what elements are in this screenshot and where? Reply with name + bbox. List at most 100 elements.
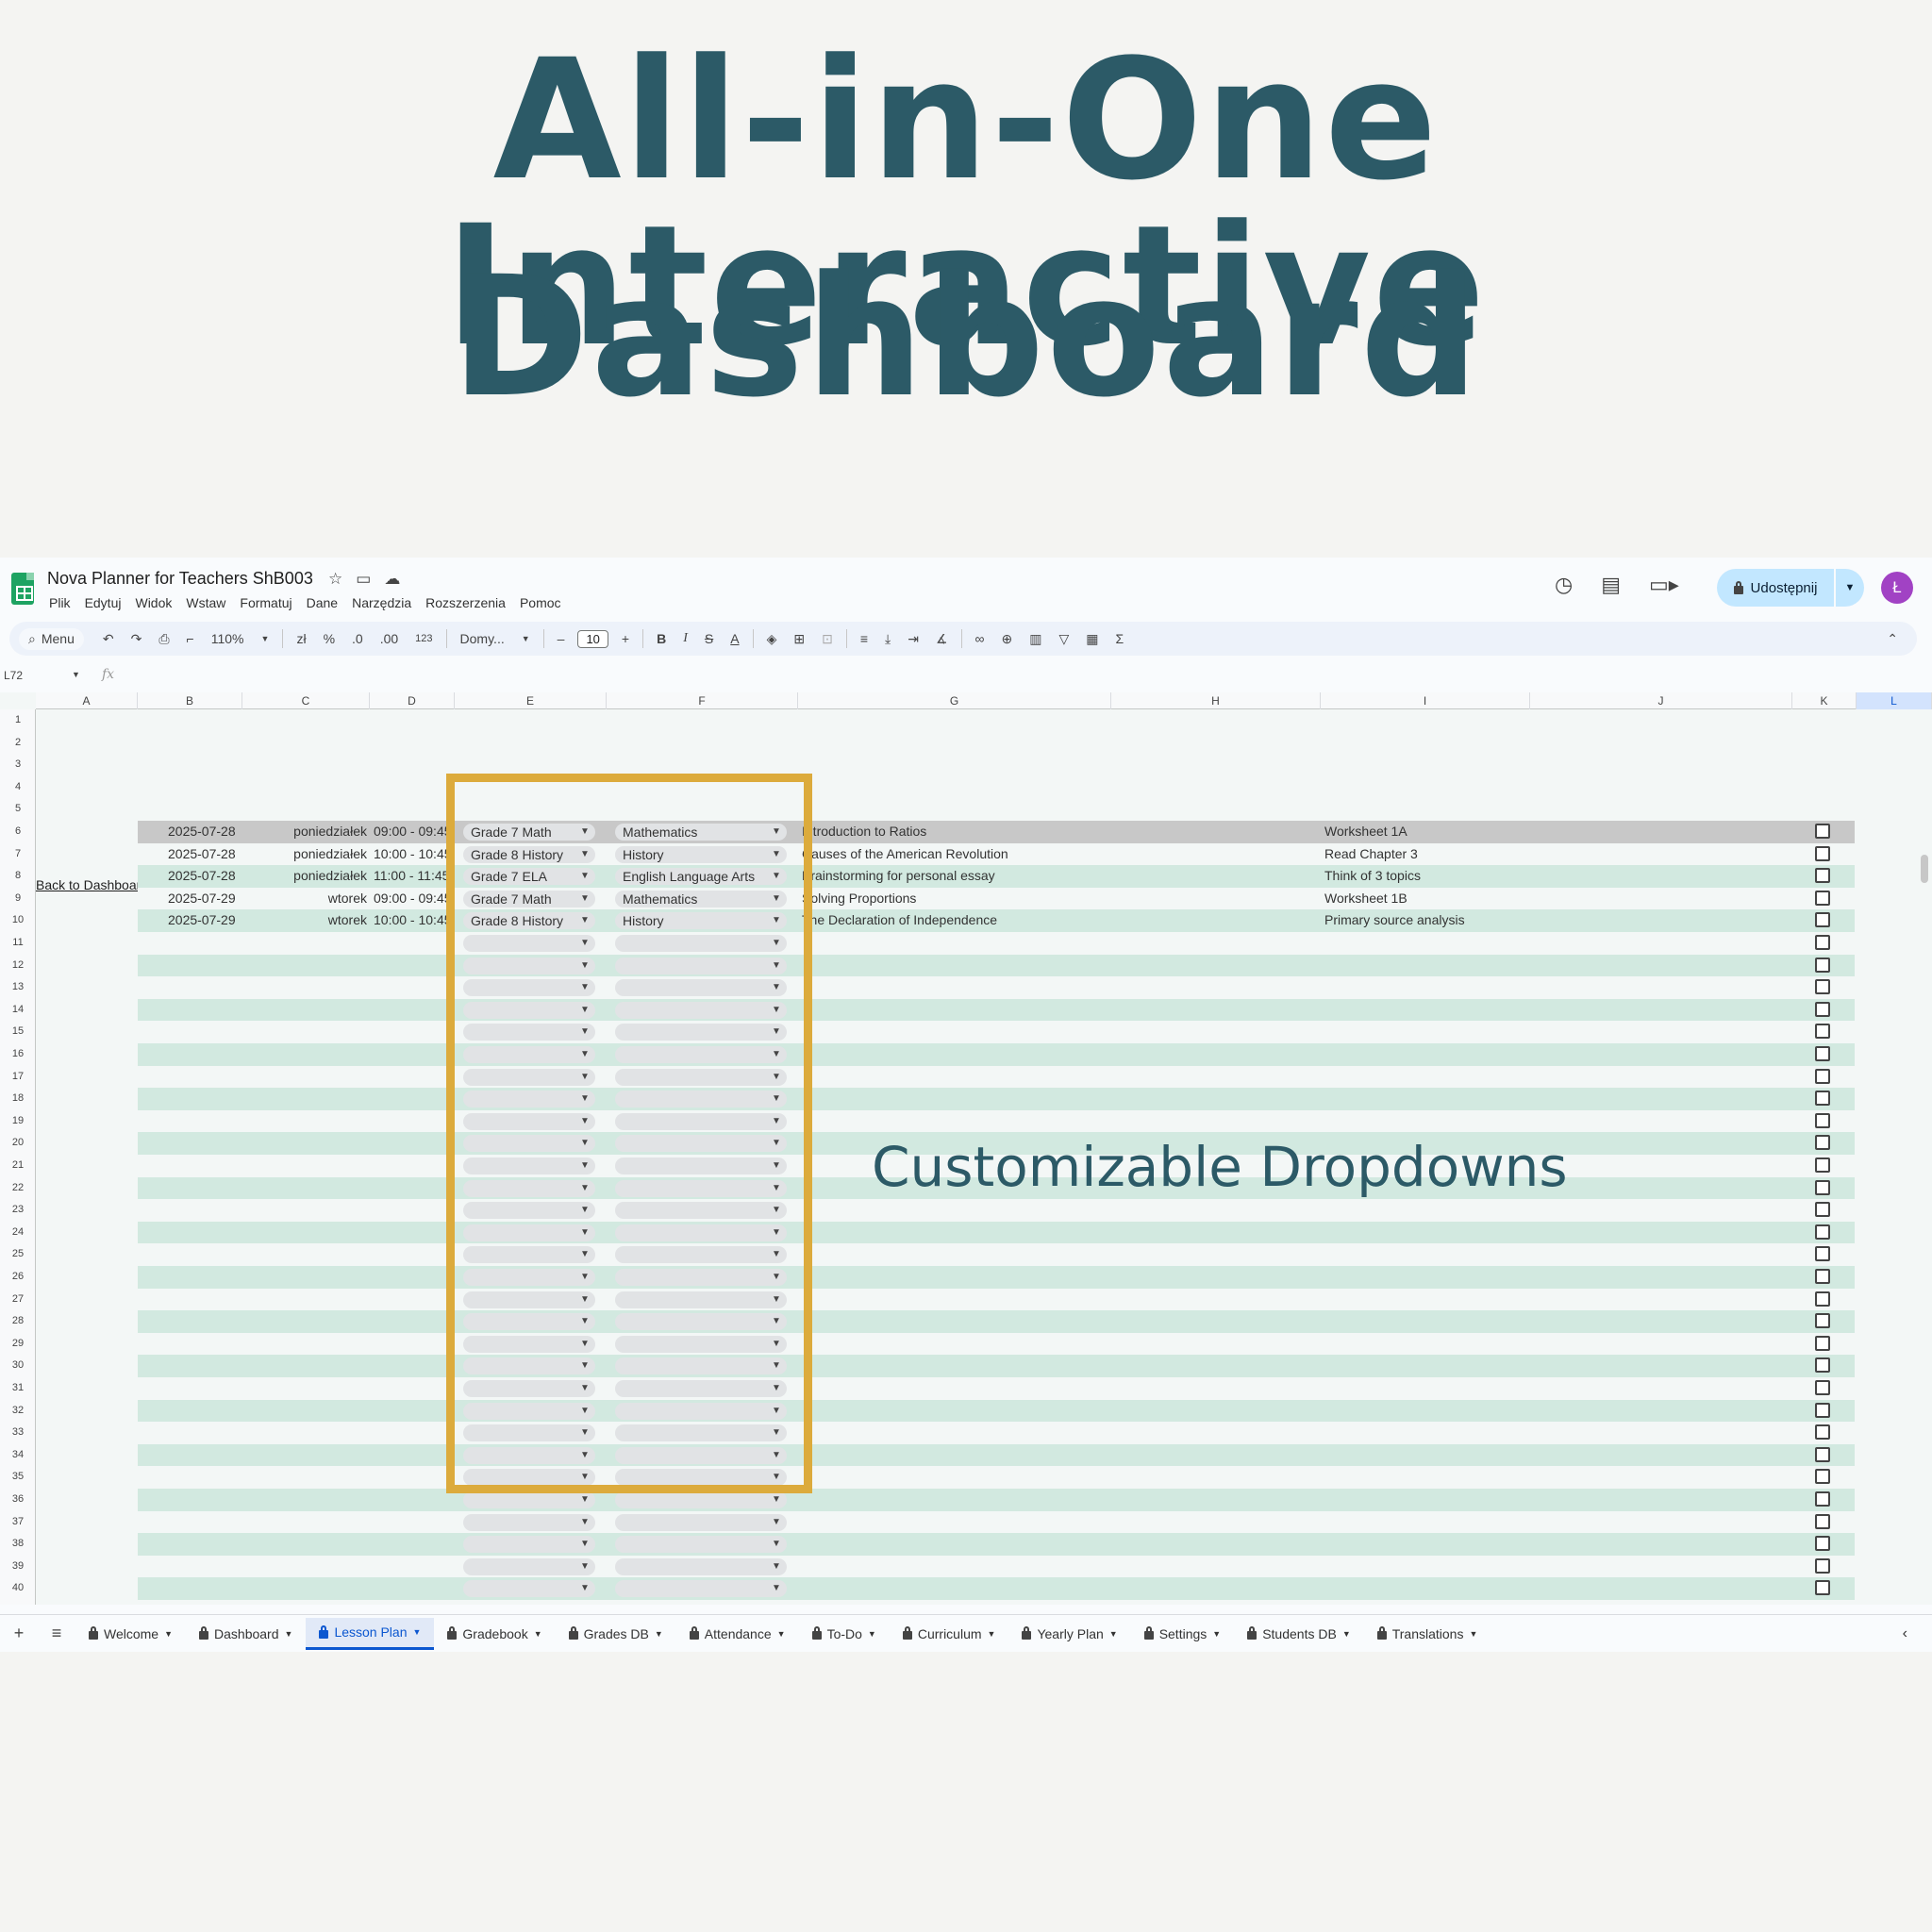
tab-curriculum[interactable]: Curriculum ▼ xyxy=(890,1618,1009,1650)
cell-date[interactable]: 2025-07-28 xyxy=(168,824,243,839)
row-number[interactable]: 26 xyxy=(0,1266,36,1289)
decrease-font-size-icon[interactable]: – xyxy=(554,631,569,646)
strikethrough-button[interactable]: S xyxy=(701,631,717,646)
status-checkbox[interactable] xyxy=(1815,868,1830,884)
status-checkbox[interactable] xyxy=(1815,1158,1830,1173)
tab-translations[interactable]: Translations ▼ xyxy=(1364,1618,1491,1650)
decrease-decimal-button[interactable]: .0 xyxy=(348,631,367,646)
row-number[interactable]: 22 xyxy=(0,1177,36,1200)
class-dropdown[interactable] xyxy=(463,1557,595,1575)
menu-item-8[interactable]: Pomoc xyxy=(520,595,561,610)
column-header-b[interactable]: B xyxy=(138,692,242,709)
menu-item-4[interactable]: Formatuj xyxy=(240,595,291,610)
column-header-g[interactable]: G xyxy=(798,692,1111,709)
status-checkbox[interactable] xyxy=(1815,1513,1830,1529)
cell-time[interactable]: 09:00 - 09:45 xyxy=(374,891,447,906)
cell-day[interactable]: wtorek xyxy=(243,891,367,906)
class-dropdown[interactable] xyxy=(463,1491,595,1508)
status-checkbox[interactable] xyxy=(1815,1112,1830,1128)
row-number[interactable]: 16 xyxy=(0,1043,36,1066)
menu-item-5[interactable]: Dane xyxy=(307,595,338,610)
row-number[interactable]: 3 xyxy=(0,754,36,776)
status-checkbox[interactable] xyxy=(1815,1024,1830,1040)
subject-dropdown[interactable] xyxy=(615,1491,787,1508)
menu-item-7[interactable]: Rozszerzenia xyxy=(425,595,506,610)
bold-button[interactable]: B xyxy=(653,631,670,646)
cell-topic[interactable]: Introduction to Ratios xyxy=(802,824,1109,839)
share-options-button[interactable]: ▼ xyxy=(1836,569,1864,607)
status-checkbox[interactable] xyxy=(1815,935,1830,950)
currency-format-button[interactable]: zł xyxy=(292,631,309,646)
cell-day[interactable]: poniedziałek xyxy=(243,824,367,839)
column-header-d[interactable]: D xyxy=(370,692,455,709)
status-checkbox[interactable] xyxy=(1815,890,1830,906)
subject-dropdown[interactable] xyxy=(615,1513,787,1531)
subject-dropdown[interactable] xyxy=(615,1536,787,1554)
row-number[interactable]: 25 xyxy=(0,1243,36,1266)
add-sheet-icon[interactable]: + xyxy=(0,1624,38,1643)
status-checkbox[interactable] xyxy=(1815,1335,1830,1351)
column-header-c[interactable]: C xyxy=(242,692,370,709)
cell-day[interactable]: wtorek xyxy=(243,912,367,927)
sheets-logo-icon[interactable] xyxy=(11,573,34,605)
text-wrap-icon[interactable]: ⇥ xyxy=(904,631,923,647)
status-checkbox[interactable] xyxy=(1815,1179,1830,1195)
tab-gradebook[interactable]: Gradebook ▼ xyxy=(434,1618,555,1650)
tab-grades-db[interactable]: Grades DB ▼ xyxy=(556,1618,676,1650)
cell-topic[interactable]: Causes of the American Revolution xyxy=(802,846,1109,861)
chevron-down-icon[interactable]: ▼ xyxy=(580,1539,590,1549)
chevron-down-icon[interactable]: ▼ xyxy=(258,634,274,643)
row-number[interactable]: 34 xyxy=(0,1444,36,1467)
row-number[interactable]: 9 xyxy=(0,888,36,910)
status-checkbox[interactable] xyxy=(1815,1135,1830,1151)
chevron-down-icon[interactable]: ▼ xyxy=(518,634,534,643)
status-checkbox[interactable] xyxy=(1815,1091,1830,1107)
fill-color-icon[interactable]: ◈ xyxy=(763,631,781,647)
status-checkbox[interactable] xyxy=(1815,1469,1830,1485)
chevron-down-icon[interactable]: ▼ xyxy=(772,1517,781,1527)
status-checkbox[interactable] xyxy=(1815,912,1830,928)
status-checkbox[interactable] xyxy=(1815,1380,1830,1395)
status-checkbox[interactable] xyxy=(1815,1491,1830,1507)
cloud-icon[interactable]: ☁ xyxy=(384,570,400,589)
status-checkbox[interactable] xyxy=(1815,1046,1830,1061)
row-number[interactable]: 2 xyxy=(0,732,36,755)
column-header-e[interactable]: E xyxy=(455,692,607,709)
chevron-left-icon[interactable]: ‹ xyxy=(1903,1625,1907,1642)
row-number[interactable]: 38 xyxy=(0,1533,36,1556)
comment-icon[interactable]: ▤ xyxy=(1601,573,1621,597)
row-number[interactable]: 33 xyxy=(0,1422,36,1444)
status-checkbox[interactable] xyxy=(1815,1068,1830,1084)
row-number[interactable]: 19 xyxy=(0,1110,36,1133)
increase-font-size-icon[interactable]: + xyxy=(618,631,633,646)
status-checkbox[interactable] xyxy=(1815,1402,1830,1418)
chevron-down-icon[interactable]: ▼ xyxy=(285,1629,293,1639)
chevron-down-icon[interactable]: ▼ xyxy=(72,670,80,679)
row-number[interactable]: 27 xyxy=(0,1289,36,1311)
row-number[interactable]: 14 xyxy=(0,999,36,1022)
status-checkbox[interactable] xyxy=(1815,1424,1830,1441)
paint-format-icon[interactable]: ⌐ xyxy=(183,631,198,646)
chevron-down-icon[interactable]: ▼ xyxy=(1212,1629,1221,1639)
menu-search[interactable]: ⌕ Menu xyxy=(19,627,84,650)
row-number[interactable]: 8 xyxy=(0,865,36,888)
row-number[interactable]: 15 xyxy=(0,1021,36,1043)
column-header-l[interactable]: L xyxy=(1857,692,1932,709)
status-checkbox[interactable] xyxy=(1815,1557,1830,1574)
tab-to-do[interactable]: To-Do ▼ xyxy=(799,1618,890,1650)
cell-topic[interactable]: Solving Proportions xyxy=(802,891,1109,906)
column-header-i[interactable]: I xyxy=(1321,692,1530,709)
row-number[interactable]: 35 xyxy=(0,1466,36,1489)
tab-students-db[interactable]: Students DB ▼ xyxy=(1234,1618,1364,1650)
tab-dashboard[interactable]: Dashboard ▼ xyxy=(186,1618,306,1650)
row-number[interactable]: 18 xyxy=(0,1088,36,1110)
chevron-down-icon[interactable]: ▼ xyxy=(655,1629,663,1639)
status-checkbox[interactable] xyxy=(1815,1357,1830,1374)
cell-date[interactable]: 2025-07-29 xyxy=(168,912,243,927)
chevron-down-icon[interactable]: ▼ xyxy=(1109,1629,1118,1639)
chevron-down-icon[interactable]: ▼ xyxy=(580,1517,590,1527)
chevron-down-icon[interactable]: ▼ xyxy=(580,1561,590,1572)
status-checkbox[interactable] xyxy=(1815,1224,1830,1240)
zoom-select[interactable]: 110% xyxy=(208,631,248,646)
column-header-a[interactable]: A xyxy=(36,692,138,709)
